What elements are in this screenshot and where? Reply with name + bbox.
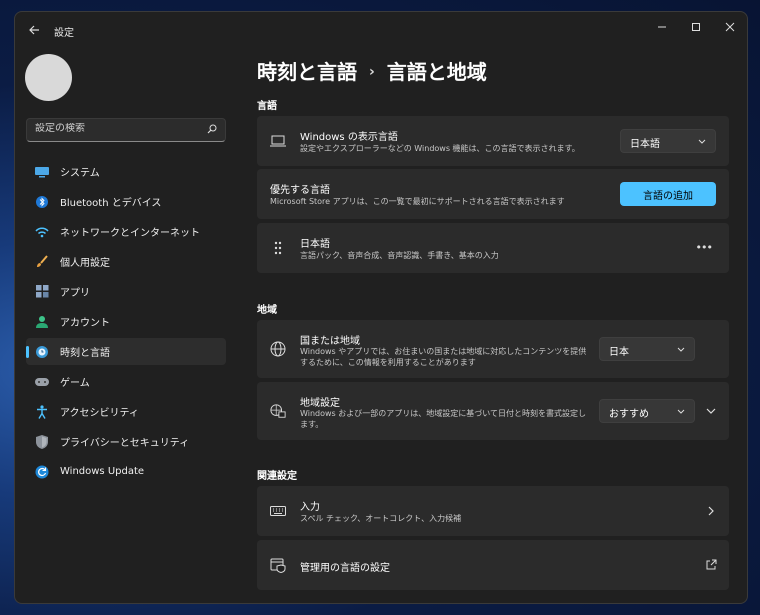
back-button[interactable]: [25, 21, 43, 39]
sidebar-item-label: アクセシビリティ: [60, 408, 139, 419]
app-title: 設定: [54, 28, 74, 39]
regional-format-card: 地域設定 Windows および一部のアプリは、地域設定に基づいて日付と時刻を書…: [257, 382, 729, 440]
section-heading-related: 関連設定: [257, 471, 297, 482]
drag-handle-icon[interactable]: [270, 240, 286, 256]
brush-icon: [35, 254, 49, 269]
japanese-language-title: 日本語: [300, 239, 330, 250]
display-language-card: Windows の表示言語 設定やエクスプローラーなどの Windows 機能は…: [257, 116, 729, 166]
keyboard-icon: [270, 503, 286, 519]
sidebar-item-label: 時刻と言語: [60, 348, 110, 359]
back-arrow-icon: [29, 25, 39, 35]
admin-language-card[interactable]: 管理用の言語の設定: [257, 540, 729, 590]
update-icon: [35, 465, 49, 479]
sidebar-item-apps[interactable]: アプリ: [26, 278, 226, 305]
chevron-down-icon: [698, 139, 706, 144]
person-icon: [35, 315, 49, 329]
chevron-right-icon: [708, 506, 714, 516]
chevron-down-icon: [677, 347, 685, 352]
japanese-language-subtitle: 言語パック、音声合成、音声認識、手書き、基本の入力: [300, 251, 499, 260]
settings-window: 設定 システム Bluetooth とデバイス ネットワークとインターネット 個…: [14, 11, 748, 604]
search-icon[interactable]: [207, 124, 217, 134]
dropdown-value: 日本語: [630, 139, 660, 150]
section-heading-language: 言語: [257, 101, 277, 112]
sidebar-item-network[interactable]: ネットワークとインターネット: [26, 218, 226, 245]
shield-icon: [35, 434, 49, 449]
sidebar-item-personalization[interactable]: 個人用設定: [26, 248, 226, 275]
country-region-title: 国または地域: [300, 336, 360, 347]
globe-icon: [270, 341, 286, 357]
accessibility-icon: [35, 404, 49, 419]
sidebar-item-bluetooth[interactable]: Bluetooth とデバイス: [26, 188, 226, 215]
country-region-subtitle: Windows やアプリでは、お住まいの国または地域に対応したコンテンツを提供す…: [300, 347, 587, 367]
globe-clock-icon: [35, 345, 49, 359]
avatar[interactable]: [25, 54, 72, 101]
typing-title: 入力: [300, 502, 320, 513]
display-language-subtitle: 設定やエクスプローラーなどの Windows 機能は、この言語で表示されます。: [300, 144, 580, 153]
country-region-card: 国または地域 Windows やアプリでは、お住まいの国または地域に対応したコン…: [257, 320, 729, 378]
country-region-dropdown[interactable]: 日本: [599, 337, 695, 361]
sidebar-item-label: アプリ: [60, 288, 90, 299]
section-heading-region: 地域: [257, 305, 277, 316]
display-language-title: Windows の表示言語: [300, 132, 398, 143]
sidebar-item-privacy[interactable]: プライバシーとセキュリティ: [26, 428, 226, 455]
more-options-button[interactable]: •••: [696, 241, 713, 254]
expand-chevron-icon[interactable]: [705, 405, 717, 417]
sidebar-item-time-language[interactable]: 時刻と言語: [26, 338, 226, 365]
breadcrumb: 時刻と言語 › 言語と地域: [257, 56, 487, 85]
sidebar-item-label: ネットワークとインターネット: [60, 228, 200, 239]
sidebar-item-accessibility[interactable]: アクセシビリティ: [26, 398, 226, 425]
wifi-icon: [35, 225, 49, 239]
page-title: 言語と地域: [386, 60, 487, 84]
sidebar-item-windows-update[interactable]: Windows Update: [26, 458, 226, 485]
japanese-language-item[interactable]: 日本語 言語パック、音声合成、音声認識、手書き、基本の入力 •••: [257, 223, 729, 273]
typing-card[interactable]: 入力 スペル チェック、オートコレクト、入力候補: [257, 486, 729, 536]
sidebar-item-gaming[interactable]: ゲーム: [26, 368, 226, 395]
sidebar-item-system[interactable]: システム: [26, 158, 226, 185]
sidebar-item-label: Windows Update: [60, 466, 145, 477]
regional-format-title: 地域設定: [300, 398, 340, 409]
gamepad-icon: [35, 375, 49, 389]
monitor-icon: [35, 165, 49, 179]
breadcrumb-parent[interactable]: 時刻と言語: [257, 60, 357, 84]
search-box[interactable]: [26, 118, 226, 142]
preferred-languages-subtitle: Microsoft Store アプリは、この一覧で最初にサポートされる言語で表…: [270, 197, 565, 206]
regional-format-subtitle: Windows および一部のアプリは、地域設定に基づいて日付と時刻を書式設定しま…: [300, 409, 587, 429]
search-input[interactable]: [35, 123, 200, 134]
admin-shield-icon: [270, 557, 286, 573]
preferred-languages-card: 優先する言語 Microsoft Store アプリは、この一覧で最初にサポート…: [257, 169, 729, 219]
dropdown-value: おすすめ: [609, 409, 649, 420]
regional-format-icon: [270, 403, 286, 419]
admin-language-title: 管理用の言語の設定: [300, 563, 390, 574]
dropdown-value: 日本: [609, 347, 629, 358]
regional-format-dropdown[interactable]: おすすめ: [599, 399, 695, 423]
typing-subtitle: スペル チェック、オートコレクト、入力候補: [300, 514, 462, 523]
chevron-down-icon: [677, 409, 685, 414]
sidebar-item-accounts[interactable]: アカウント: [26, 308, 226, 335]
display-language-dropdown[interactable]: 日本語: [620, 129, 716, 153]
sidebar-item-label: Bluetooth とデバイス: [60, 198, 162, 209]
laptop-icon: [270, 133, 286, 149]
external-link-icon: [706, 559, 717, 570]
preferred-languages-title: 優先する言語: [270, 185, 330, 196]
sidebar-item-label: 個人用設定: [60, 258, 110, 269]
apps-icon: [35, 285, 49, 299]
breadcrumb-separator: ›: [369, 64, 375, 80]
sidebar-item-label: ゲーム: [60, 378, 90, 389]
sidebar-item-label: アカウント: [60, 318, 110, 329]
bluetooth-icon: [35, 195, 49, 209]
sidebar-nav: システム Bluetooth とデバイス ネットワークとインターネット 個人用設…: [26, 158, 226, 488]
sidebar-item-label: システム: [60, 168, 100, 179]
sidebar-item-label: プライバシーとセキュリティ: [60, 438, 190, 449]
main-content: 時刻と言語 › 言語と地域 言語 Windows の表示言語 設定やエクスプローラー…: [257, 12, 747, 603]
add-language-button[interactable]: 言語の追加: [620, 182, 716, 206]
